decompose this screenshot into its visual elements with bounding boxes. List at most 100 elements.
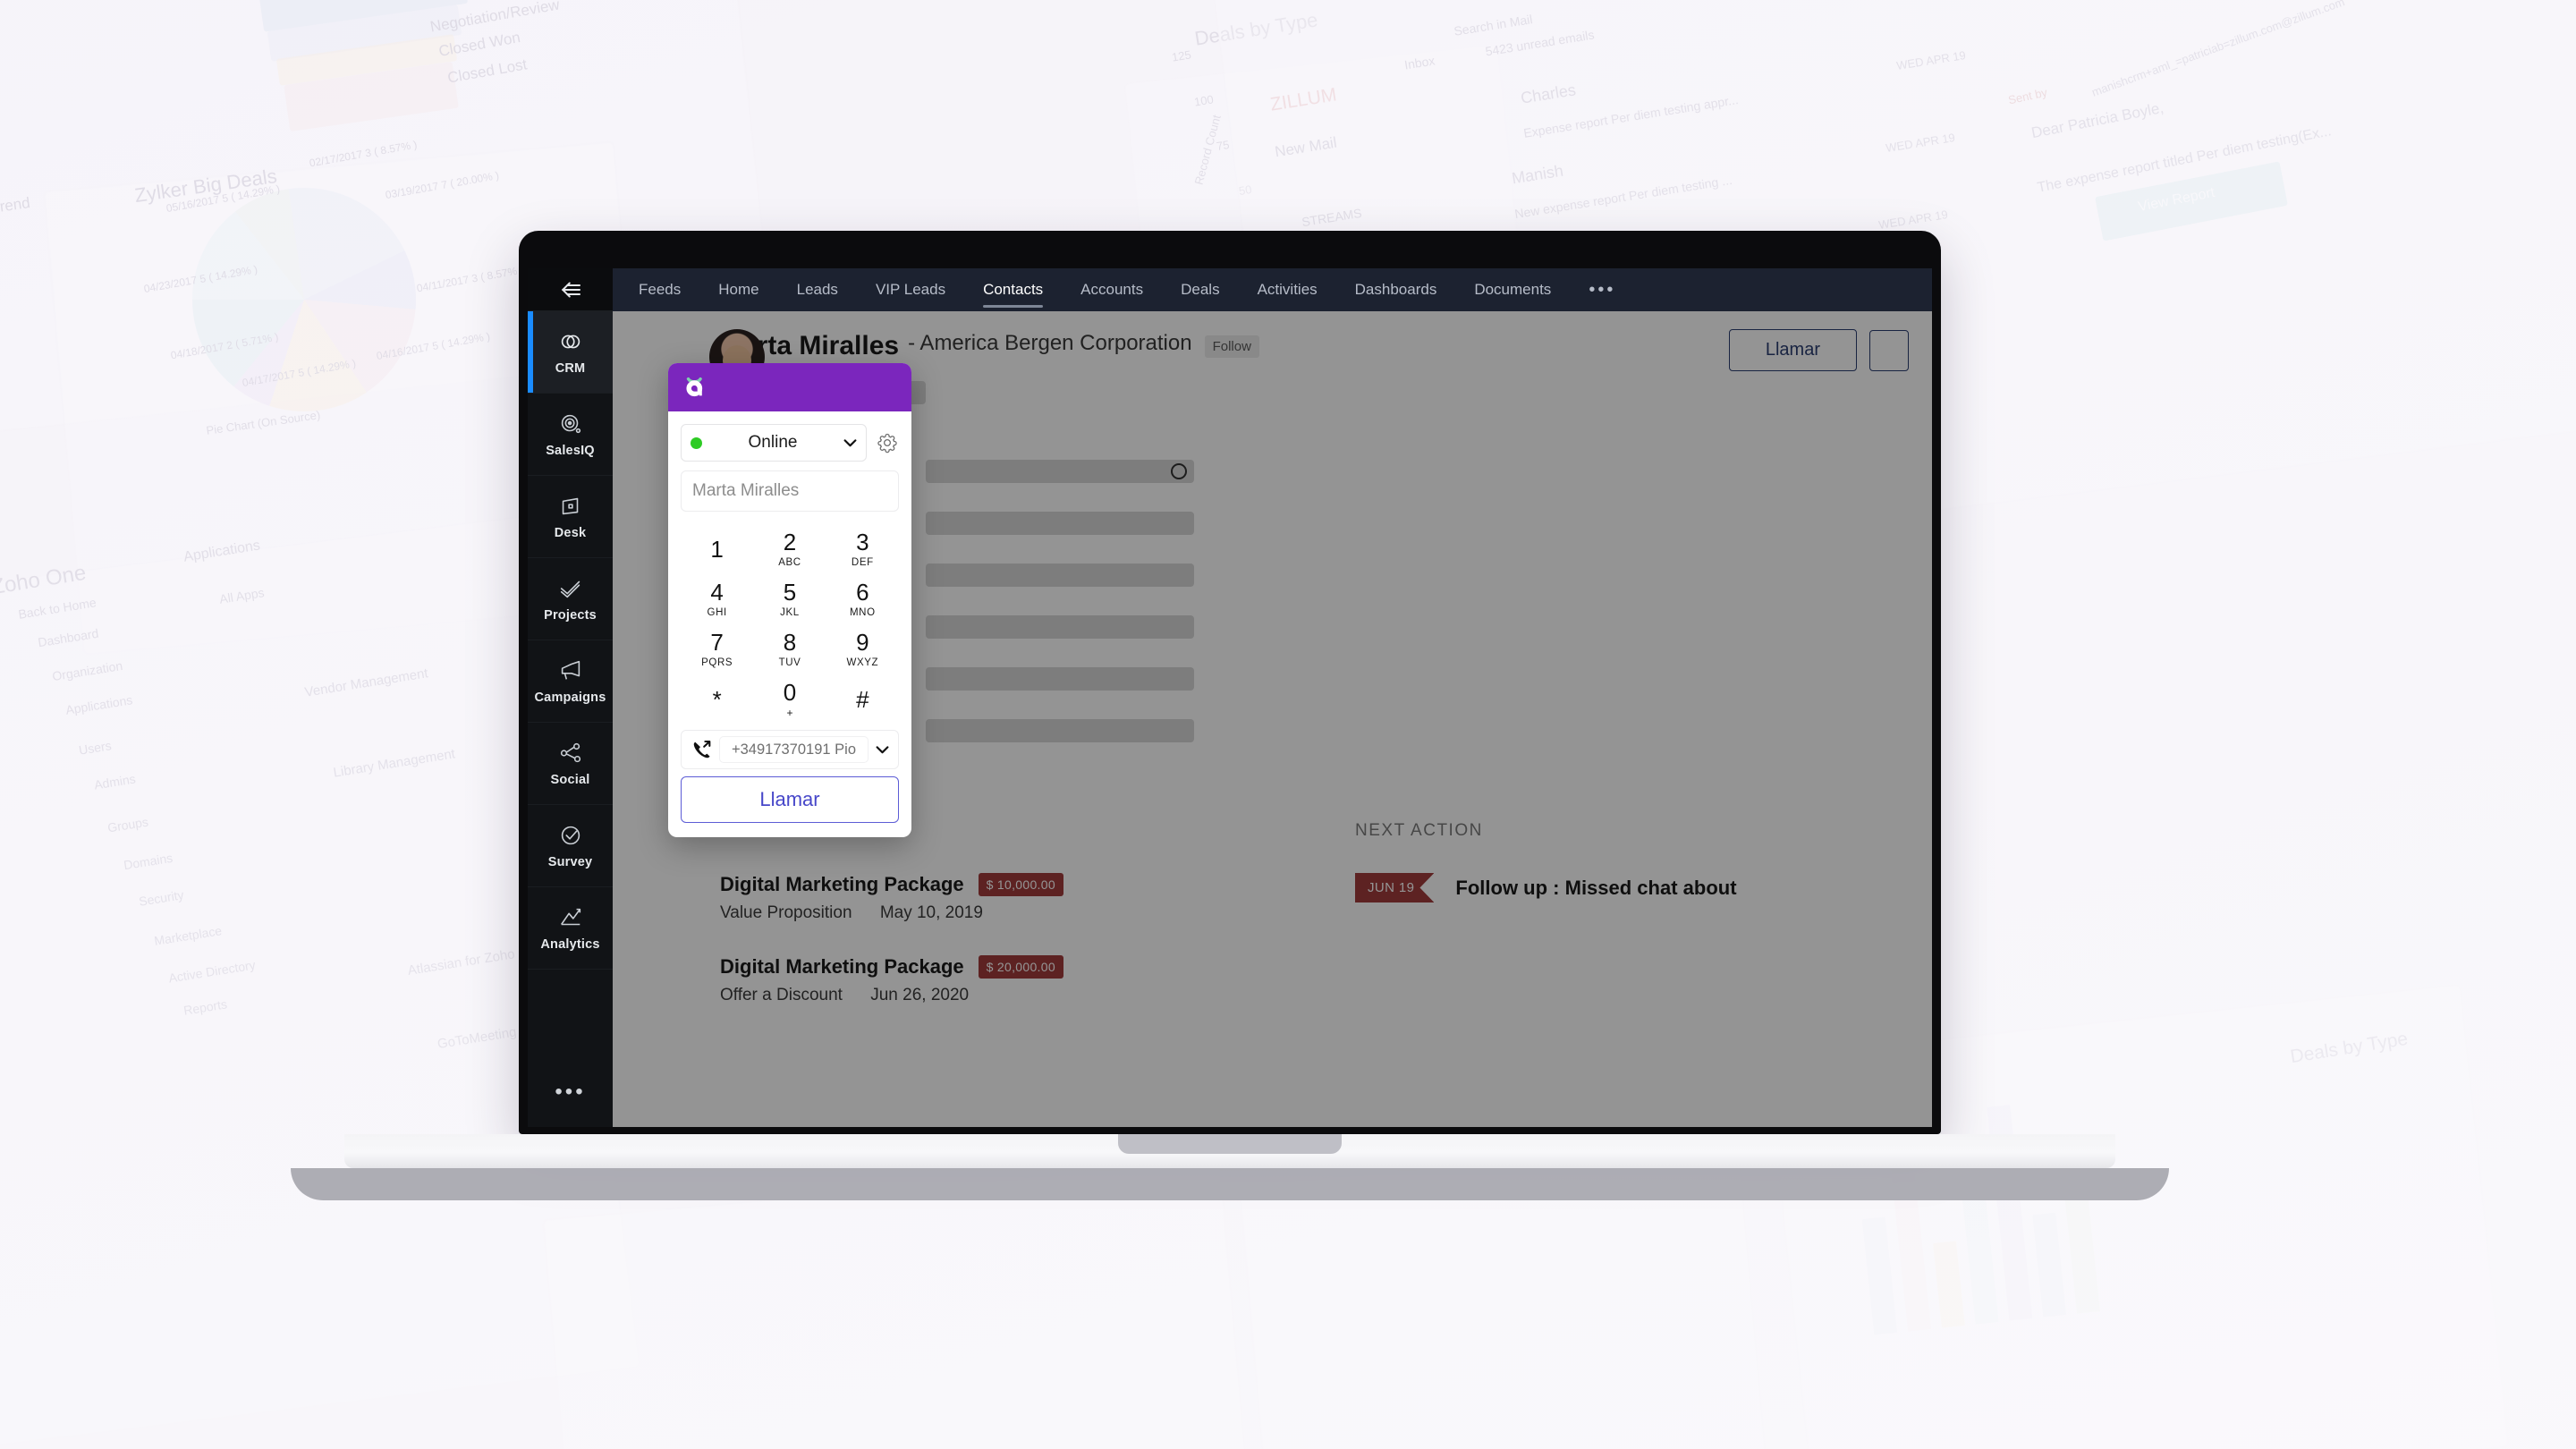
sidebar-item-label: Survey <box>547 855 593 869</box>
outbound-number-row[interactable]: +34917370191 Pio <box>681 730 899 769</box>
tab-dashboards[interactable]: Dashboards <box>1336 268 1456 311</box>
tab-deals[interactable]: Deals <box>1162 268 1238 311</box>
dialer-body: Online Marta Miralles 1 2 ABC 3 DEF 4 GH… <box>668 411 911 837</box>
gear-icon[interactable] <box>876 431 899 454</box>
crm-app: CRM SalesIQ Desk Projects Campaigns Soci… <box>528 268 1932 1127</box>
key-letters: DEF <box>851 557 874 568</box>
key-letters: GHI <box>707 607 727 618</box>
sidebar-item-label: Analytics <box>540 937 600 952</box>
key-digit: # <box>856 686 869 713</box>
crm-main: Feeds Home Leads VIP Leads Contacts Acco… <box>613 268 1932 1127</box>
dialer-header <box>668 363 911 411</box>
key-plus: + <box>786 706 793 719</box>
survey-icon <box>561 826 580 845</box>
sidebar-item-projects[interactable]: Projects <box>528 558 613 640</box>
sidebar-item-crm[interactable]: CRM <box>528 311 613 394</box>
tab-accounts[interactable]: Accounts <box>1062 268 1162 311</box>
module-tabs: Feeds Home Leads VIP Leads Contacts Acco… <box>613 268 1932 311</box>
key-letters: PQRS <box>701 657 733 668</box>
key-digit: 6 <box>856 579 869 606</box>
sidebar-item-campaigns[interactable]: Campaigns <box>528 640 613 723</box>
key-digit: 8 <box>783 629 797 656</box>
collapse-menu-icon <box>561 282 580 297</box>
key-0[interactable]: 0 + <box>753 674 826 724</box>
key-letters: TUV <box>778 657 801 668</box>
sidebar-item-analytics[interactable]: Analytics <box>528 887 613 970</box>
status-dropdown[interactable]: Online <box>681 424 867 462</box>
tab-vip-leads[interactable]: VIP Leads <box>857 268 964 311</box>
key-digit: 7 <box>710 629 724 656</box>
rail-more-button[interactable]: ••• <box>528 1057 613 1127</box>
laptop-trackpad-notch <box>1118 1134 1342 1154</box>
key-5[interactable]: 5 JKL <box>753 574 826 624</box>
key-digit: 0 <box>783 678 797 706</box>
sidebar-item-social[interactable]: Social <box>528 723 613 805</box>
aircall-dialer-panel: Online Marta Miralles 1 2 ABC 3 DEF 4 GH… <box>668 363 911 837</box>
laptop-base <box>344 1134 2115 1168</box>
tab-contacts[interactable]: Contacts <box>964 268 1062 311</box>
desk-icon <box>562 497 578 515</box>
sidebar-item-label: CRM <box>555 361 586 376</box>
sidebar-item-label: Social <box>550 773 590 787</box>
status-label: Online <box>748 433 798 452</box>
key-4[interactable]: 4 GHI <box>681 574 753 624</box>
tab-leads[interactable]: Leads <box>778 268 857 311</box>
analytics-icon <box>560 908 580 926</box>
key-digit: 1 <box>710 536 724 563</box>
status-indicator-dot <box>691 436 702 449</box>
app-rail: CRM SalesIQ Desk Projects Campaigns Soci… <box>528 268 613 1127</box>
aircall-logo-icon <box>686 377 703 397</box>
dialer-status-row: Online <box>681 424 899 462</box>
key-digit: 9 <box>856 629 869 656</box>
chevron-down-icon <box>843 438 857 446</box>
laptop-lid: CRM SalesIQ Desk Projects Campaigns Soci… <box>291 231 2169 1200</box>
key-9[interactable]: 9 WXYZ <box>826 624 899 674</box>
key-letters: ABC <box>778 557 801 568</box>
sidebar-item-label: Campaigns <box>534 691 606 705</box>
key-digit: 3 <box>856 529 869 555</box>
crm-icon <box>561 335 580 349</box>
key-digit: 4 <box>710 579 724 606</box>
rail-items: CRM SalesIQ Desk Projects Campaigns Soci… <box>528 311 613 1057</box>
tab-home[interactable]: Home <box>699 268 777 311</box>
salesiq-icon <box>561 414 580 434</box>
laptop-mockup: CRM SalesIQ Desk Projects Campaigns Soci… <box>291 231 2169 1200</box>
key-3[interactable]: 3 DEF <box>826 524 899 574</box>
sidebar-item-label: Desk <box>554 526 587 540</box>
tab-documents[interactable]: Documents <box>1455 268 1570 311</box>
sidebar-item-label: Projects <box>544 608 597 623</box>
sidebar-item-label: SalesIQ <box>546 444 595 458</box>
campaigns-icon <box>561 660 580 680</box>
key-digit: 5 <box>783 579 797 606</box>
laptop-screen: CRM SalesIQ Desk Projects Campaigns Soci… <box>528 268 1932 1127</box>
tab-feeds[interactable]: Feeds <box>620 268 699 311</box>
key-letters: JKL <box>780 607 800 618</box>
record-workarea: Marta Miralles - America Bergen Corporat… <box>613 311 1932 1127</box>
social-icon <box>560 742 580 763</box>
sidebar-item-survey[interactable]: Survey <box>528 805 613 887</box>
dial-keypad: 1 2 ABC 3 DEF 4 GHI 5 JKL 6 MNO 7 PQRS 8… <box>681 524 899 724</box>
key-letters: MNO <box>850 607 876 618</box>
key-8[interactable]: 8 TUV <box>753 624 826 674</box>
dialer-call-button[interactable]: Llamar <box>681 776 899 823</box>
outgoing-call-icon <box>693 740 711 758</box>
key-digit: * <box>712 686 722 713</box>
key-1[interactable]: 1 <box>681 524 753 574</box>
key-star[interactable]: * <box>681 674 753 724</box>
collapse-menu-button[interactable] <box>528 268 613 311</box>
tab-more-button[interactable]: ••• <box>1570 268 1634 311</box>
key-7[interactable]: 7 PQRS <box>681 624 753 674</box>
contact-name-input[interactable]: Marta Miralles <box>681 470 899 512</box>
tab-activities[interactable]: Activities <box>1239 268 1336 311</box>
sidebar-item-desk[interactable]: Desk <box>528 476 613 558</box>
key-digit: 2 <box>783 529 797 555</box>
key-2[interactable]: 2 ABC <box>753 524 826 574</box>
projects-icon <box>560 580 580 598</box>
key-letters: WXYZ <box>846 657 879 668</box>
sidebar-item-salesiq[interactable]: SalesIQ <box>528 394 613 476</box>
outbound-number[interactable]: +34917370191 Pio <box>719 736 869 763</box>
laptop-foot <box>291 1168 2169 1200</box>
key-hash[interactable]: # <box>826 674 899 724</box>
chevron-down-icon[interactable] <box>876 745 889 754</box>
key-6[interactable]: 6 MNO <box>826 574 899 624</box>
